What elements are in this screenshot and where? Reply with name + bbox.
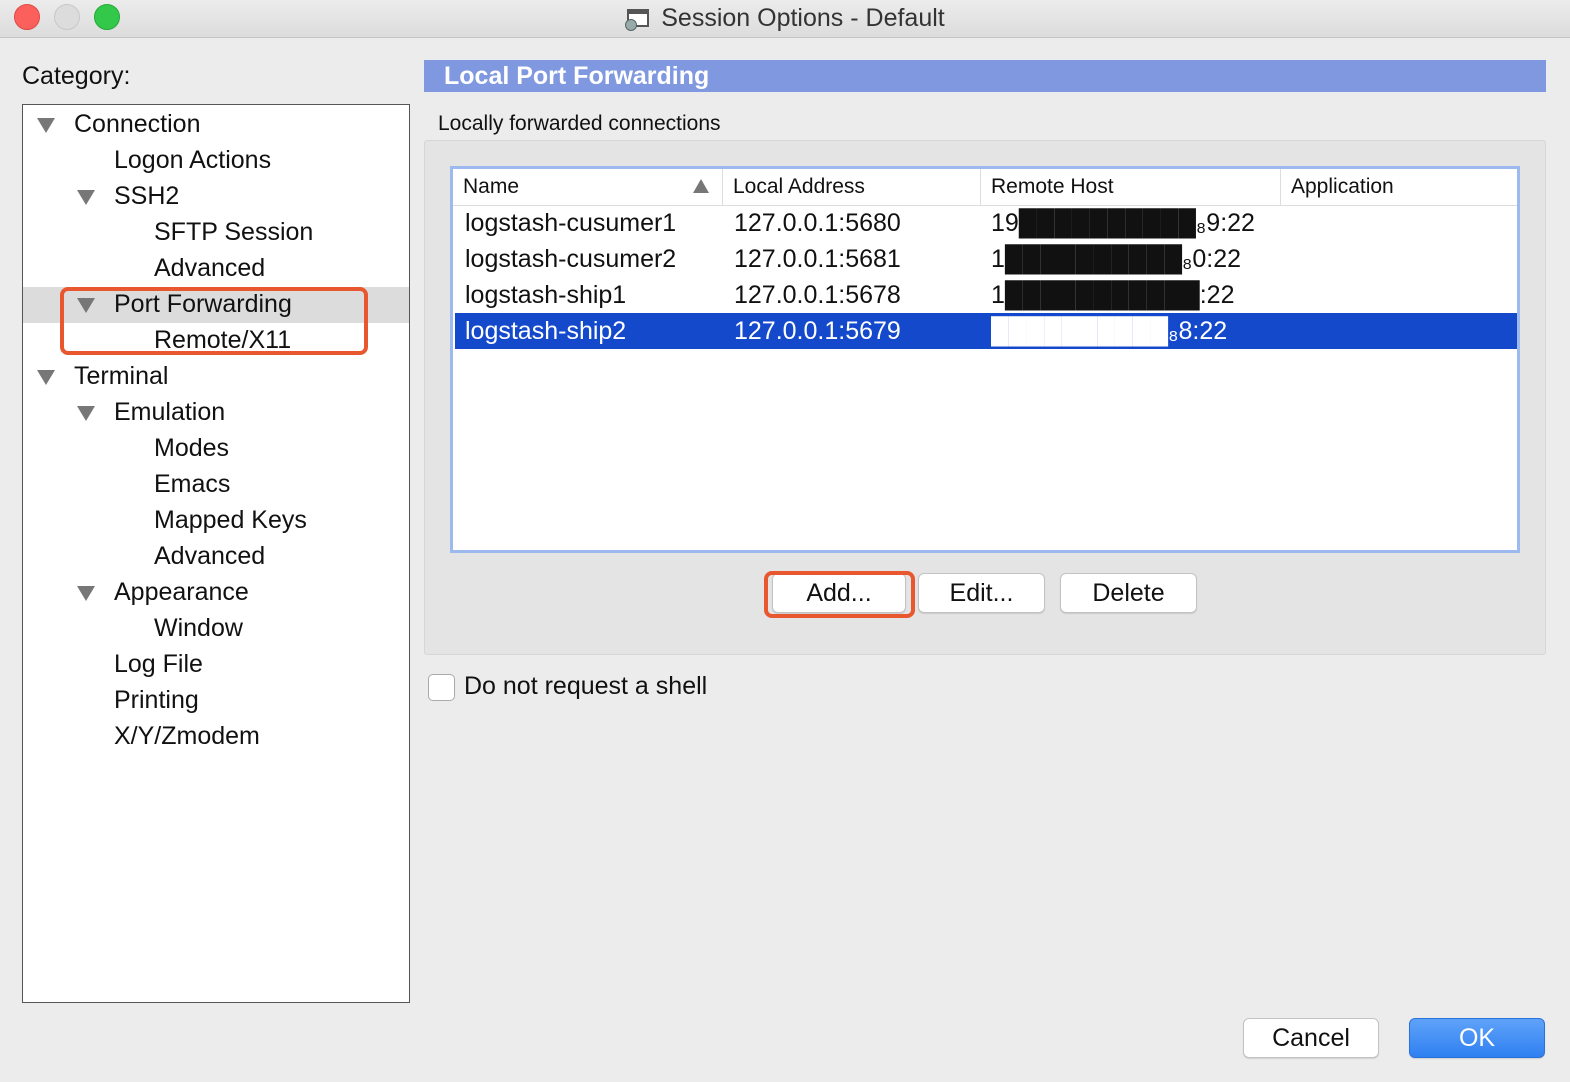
annotation-highlight-port-forwarding <box>60 287 368 355</box>
tree-item-emulation[interactable]: Emulation <box>23 395 409 431</box>
annotation-highlight-add <box>764 571 915 618</box>
table-row[interactable]: logstash-ship1 127.0.0.1:5678 1█████████… <box>455 277 1517 313</box>
column-header-remote-host[interactable]: Remote Host <box>981 169 1281 205</box>
window-title: Session Options - Default <box>661 3 945 32</box>
forwarded-connections-table[interactable]: Name Local Address Remote Host Applicati… <box>450 166 1520 553</box>
column-header-application[interactable]: Application <box>1281 169 1517 205</box>
table-row[interactable]: logstash-cusumer1 127.0.0.1:5680 19█████… <box>455 205 1517 241</box>
tree-item-mapped-keys[interactable]: Mapped Keys <box>23 503 409 539</box>
table-header: Name Local Address Remote Host Applicati… <box>453 169 1517 206</box>
cell-name: logstash-ship1 <box>465 281 627 309</box>
tree-item-xyzmodem[interactable]: X/Y/Zmodem <box>23 719 409 755</box>
cell-name: logstash-ship2 <box>465 317 627 345</box>
cell-local-address: 127.0.0.1:5679 <box>734 317 901 345</box>
cell-name: logstash-cusumer1 <box>465 209 677 237</box>
expand-triangle-icon[interactable] <box>77 406 95 421</box>
cell-remote-host: 19██████████₈9:22 <box>991 209 1255 237</box>
cell-local-address: 127.0.0.1:5680 <box>734 209 901 237</box>
tree-item-emulation-advanced[interactable]: Advanced <box>23 539 409 575</box>
tree-item-ssh2-advanced[interactable]: Advanced <box>23 251 409 287</box>
cell-remote-host: 1██████████₈0:22 <box>991 245 1242 273</box>
table-row-selected[interactable]: logstash-ship2 127.0.0.1:5679 ██████████… <box>455 313 1517 349</box>
cell-remote-host: ██████████₈8:22 <box>991 317 1228 345</box>
tree-item-emacs[interactable]: Emacs <box>23 467 409 503</box>
title-bar: Session Options - Default <box>0 0 1570 38</box>
tree-item-printing[interactable]: Printing <box>23 683 409 719</box>
tree-item-appearance[interactable]: Appearance <box>23 575 409 611</box>
cancel-button[interactable]: Cancel <box>1243 1018 1379 1058</box>
expand-triangle-icon[interactable] <box>77 190 95 205</box>
tree-item-window[interactable]: Window <box>23 611 409 647</box>
tree-item-log-file[interactable]: Log File <box>23 647 409 683</box>
group-label: Locally forwarded connections <box>438 112 721 135</box>
cell-name: logstash-cusumer2 <box>465 245 677 273</box>
do-not-request-shell-label[interactable]: Do not request a shell <box>464 672 707 701</box>
ok-button[interactable]: OK <box>1409 1018 1545 1058</box>
do-not-request-shell-checkbox[interactable] <box>428 674 455 701</box>
tree-item-ssh2[interactable]: SSH2 <box>23 179 409 215</box>
tree-item-sftp-session[interactable]: SFTP Session <box>23 215 409 251</box>
expand-triangle-icon[interactable] <box>37 118 55 133</box>
tree-item-logon-actions[interactable]: Logon Actions <box>23 143 409 179</box>
delete-button[interactable]: Delete <box>1060 573 1197 613</box>
expand-triangle-icon[interactable] <box>77 586 95 601</box>
category-label: Category: <box>22 62 131 90</box>
sort-ascending-icon <box>693 179 709 193</box>
cell-local-address: 127.0.0.1:5681 <box>734 245 901 273</box>
category-tree[interactable]: Connection Logon Actions SSH2 SFTP Sessi… <box>22 104 410 1003</box>
tree-item-connection[interactable]: Connection <box>23 107 409 143</box>
column-header-local-address[interactable]: Local Address <box>723 169 981 205</box>
edit-button[interactable]: Edit... <box>918 573 1045 613</box>
tree-item-terminal[interactable]: Terminal <box>23 359 409 395</box>
table-row[interactable]: logstash-cusumer2 127.0.0.1:5681 1██████… <box>455 241 1517 277</box>
app-window-icon <box>625 5 651 31</box>
cell-remote-host: 1███████████:22 <box>991 281 1235 309</box>
expand-triangle-icon[interactable] <box>37 370 55 385</box>
column-header-name[interactable]: Name <box>453 169 723 205</box>
section-header: Local Port Forwarding <box>424 60 1546 92</box>
tree-item-modes[interactable]: Modes <box>23 431 409 467</box>
cell-local-address: 127.0.0.1:5678 <box>734 281 901 309</box>
